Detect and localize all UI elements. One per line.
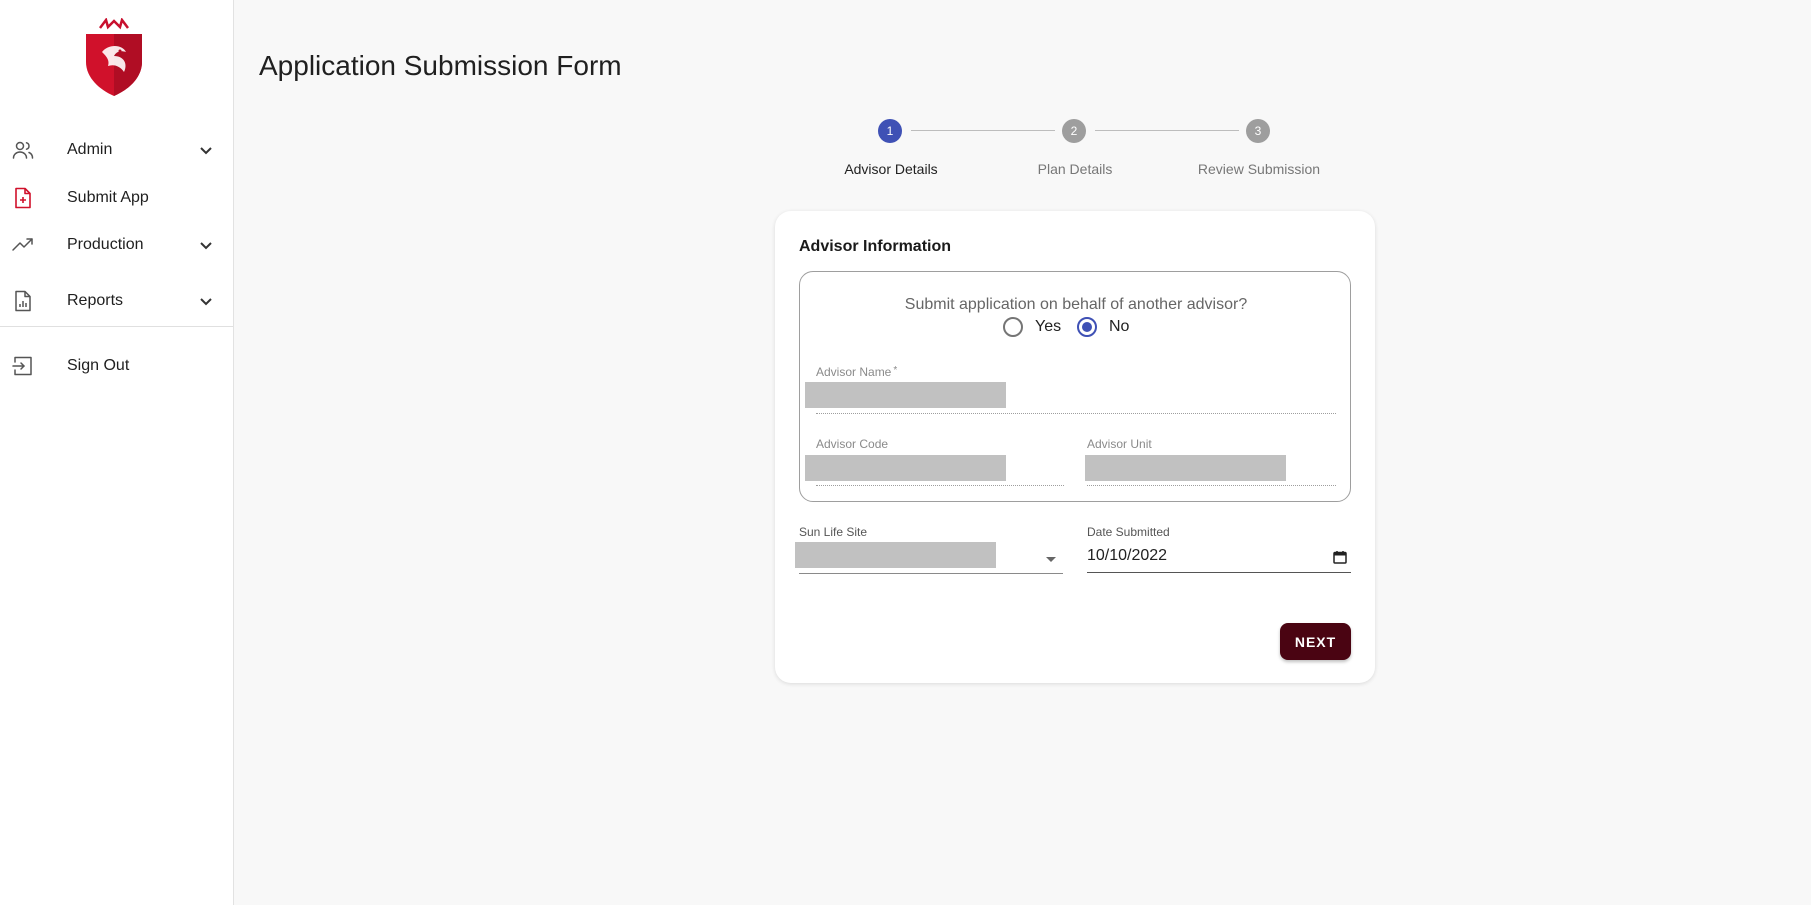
advisor-unit-label: Advisor Unit <box>1087 437 1152 451</box>
radio-no[interactable]: No <box>1077 317 1129 337</box>
sun-life-site-label: Sun Life Site <box>799 525 868 539</box>
sidebar-item-production[interactable]: Production <box>0 223 233 267</box>
page-title: Application Submission Form <box>259 50 622 81</box>
step-2-circle[interactable]: 2 <box>1062 119 1086 143</box>
sun-life-site-select[interactable] <box>795 542 996 568</box>
required-mark: * <box>893 365 898 376</box>
radio-circle[interactable] <box>1077 317 1097 337</box>
step-1-circle[interactable]: 1 <box>878 119 902 143</box>
advisor-code-underline <box>816 485 1064 486</box>
advisor-code-label: Advisor Code <box>816 437 889 451</box>
chevron-down-icon[interactable] <box>196 235 216 255</box>
sidebar-item-reports[interactable]: Reports <box>0 279 233 323</box>
chevron-down-icon[interactable] <box>196 140 216 160</box>
stepper-connector <box>911 130 1055 131</box>
sidebar-divider <box>0 326 233 327</box>
sign-out-icon <box>11 354 35 378</box>
advisor-code-input[interactable] <box>805 455 1006 481</box>
advisor-name-underline <box>816 413 1336 414</box>
advisor-name-label-text: Advisor Name <box>816 365 892 379</box>
step-3-circle[interactable]: 3 <box>1246 119 1270 143</box>
sidebar-item-sign-out[interactable]: Sign Out <box>0 344 233 388</box>
sidebar-item-submit-app[interactable]: Submit App <box>0 176 233 220</box>
sidebar-item-label: Admin <box>67 141 113 158</box>
behalf-question: Submit application on behalf of another … <box>904 296 1248 313</box>
date-submitted-label: Date Submitted <box>1087 525 1170 539</box>
advisor-fieldset: Submit application on behalf of another … <box>799 271 1351 502</box>
radio-yes[interactable]: Yes <box>1003 317 1061 337</box>
chevron-down-icon[interactable] <box>196 291 216 311</box>
advisor-name-input[interactable] <box>805 382 1006 408</box>
sidebar-item-admin[interactable]: Admin <box>0 128 233 172</box>
date-submitted-underline <box>1087 572 1351 573</box>
trending-up-icon <box>11 233 35 257</box>
step-2-label: Plan Details <box>1037 161 1113 177</box>
stepper-connector <box>1095 130 1239 131</box>
advisor-unit-underline <box>1087 485 1336 486</box>
next-button[interactable]: NEXT <box>1280 623 1351 660</box>
calendar-icon[interactable] <box>1333 550 1347 564</box>
radio-yes-label: Yes <box>1035 318 1062 335</box>
radio-circle[interactable] <box>1003 317 1023 337</box>
sidebar-item-label: Sign Out <box>67 357 130 374</box>
advisor-info-card: Advisor Information Submit application o… <box>775 211 1375 683</box>
step-1-label: Advisor Details <box>844 161 938 177</box>
sidebar-item-label: Reports <box>67 292 124 309</box>
card-title: Advisor Information <box>799 238 952 255</box>
company-logo[interactable] <box>80 17 148 96</box>
file-plus-icon <box>11 186 35 210</box>
date-submitted-input[interactable]: 10/10/2022 <box>1087 547 1167 565</box>
report-file-icon <box>11 289 35 313</box>
radio-dot <box>1082 322 1092 332</box>
sun-life-site-underline <box>799 573 1063 574</box>
users-icon <box>11 138 35 162</box>
radio-no-label: No <box>1109 318 1130 335</box>
advisor-unit-input[interactable] <box>1085 455 1286 481</box>
step-3-label: Review Submission <box>1197 161 1321 177</box>
sidebar: Admin Submit App Production Reports Sign… <box>0 0 234 905</box>
sidebar-item-label: Submit App <box>67 189 149 206</box>
sidebar-item-label: Production <box>67 236 144 253</box>
advisor-name-label: Advisor Name * <box>816 365 897 379</box>
dropdown-arrow-icon[interactable] <box>1046 557 1056 562</box>
